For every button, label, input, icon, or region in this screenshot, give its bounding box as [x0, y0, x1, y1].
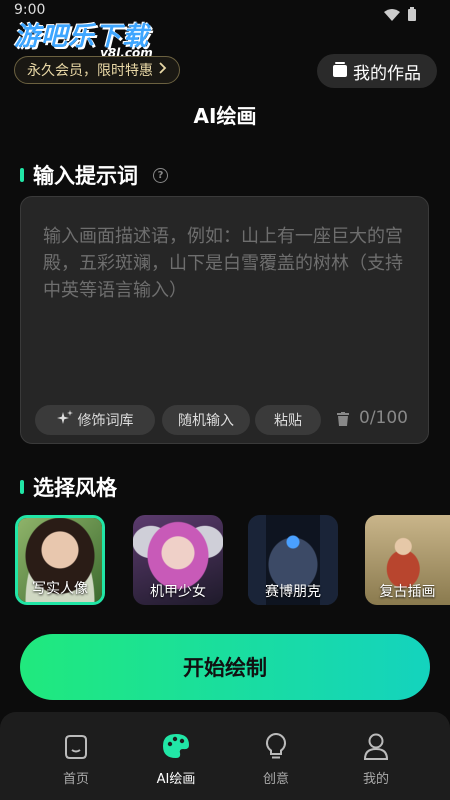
paste-label: 粘贴	[274, 413, 302, 429]
start-drawing-button[interactable]: 开始绘制	[20, 634, 430, 700]
style-section-title: 选择风格	[33, 476, 117, 500]
section-accent-bar	[20, 480, 24, 494]
trash-icon[interactable]	[337, 411, 349, 426]
user-icon	[360, 730, 392, 762]
vip-offer-button[interactable]: 永久会员，限时特惠	[14, 56, 180, 84]
prompt-section-header: 输入提示词 ?	[20, 160, 168, 190]
wifi-icon	[384, 6, 400, 25]
gallery-icon	[333, 62, 347, 77]
home-icon	[60, 730, 92, 762]
help-icon[interactable]: ?	[153, 167, 168, 183]
palette-icon	[160, 730, 192, 762]
nav-label-home: 首页	[62, 772, 89, 787]
chevron-right-icon	[159, 62, 167, 78]
nav-item-ai-drawing[interactable]: AI绘画	[136, 730, 216, 787]
section-accent-bar	[20, 168, 24, 182]
sparkle-icon	[56, 410, 73, 430]
char-counter: 0/100	[359, 408, 408, 428]
nav-item-mine[interactable]: 我的	[336, 730, 416, 787]
nav-label-creative: 创意	[262, 772, 289, 787]
style-section-header: 选择风格	[20, 472, 117, 502]
prompt-box: 修饰词库 随机输入 粘贴 0/100	[20, 196, 429, 444]
status-icons	[384, 6, 416, 25]
page-title: AI绘画	[193, 104, 257, 128]
nav-label-mine: 我的	[362, 772, 389, 787]
modifier-library-button[interactable]: 修饰词库	[35, 405, 155, 435]
watermark-logo: 游吧乐下载 y8l.com	[14, 16, 153, 60]
style-card-realistic-portrait[interactable]: 写实人像	[15, 515, 105, 605]
style-label: 复古插画	[379, 584, 436, 600]
nav-item-creative[interactable]: 创意	[236, 730, 316, 787]
my-works-button[interactable]: 我的作品	[317, 54, 437, 88]
paste-button[interactable]: 粘贴	[255, 405, 321, 435]
nav-item-home[interactable]: 首页	[36, 730, 116, 787]
bottom-nav: 首页 AI绘画 创意 我的	[0, 712, 450, 800]
random-input-label: 随机输入	[178, 413, 234, 429]
nav-label-ai-drawing: AI绘画	[156, 772, 196, 787]
style-label: 赛博朋克	[265, 584, 321, 600]
modifier-library-label: 修饰词库	[77, 413, 134, 429]
style-card-cyberpunk[interactable]: 赛博朋克	[248, 515, 338, 605]
style-card-vintage-illustration[interactable]: 复古插画	[365, 515, 450, 605]
style-label: 机甲少女	[150, 584, 206, 600]
battery-icon	[408, 6, 416, 25]
my-works-label: 我的作品	[353, 63, 421, 84]
prompt-section-title: 输入提示词	[33, 164, 138, 188]
vip-offer-label: 永久会员，限时特惠	[27, 63, 153, 79]
style-card-mecha-girl[interactable]: 机甲少女	[133, 515, 223, 605]
bulb-icon	[260, 730, 292, 762]
prompt-input[interactable]	[43, 223, 408, 373]
random-input-button[interactable]: 随机输入	[162, 405, 250, 435]
style-label: 写实人像	[32, 581, 88, 597]
